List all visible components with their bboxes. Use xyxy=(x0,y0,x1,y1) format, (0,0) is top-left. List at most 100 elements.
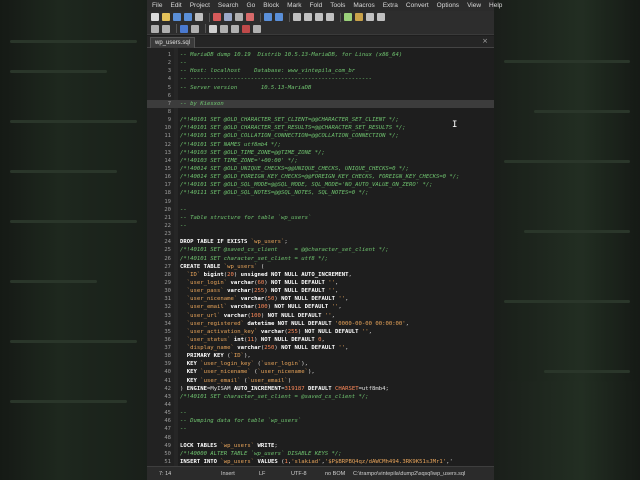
bookmark-icon[interactable] xyxy=(344,13,352,21)
insert-mode[interactable]: Insert xyxy=(221,471,235,477)
menu-fold[interactable]: Fold xyxy=(310,2,323,9)
code-line[interactable]: 46 -- Dumping data for table `wp_users` xyxy=(147,417,494,425)
code-line[interactable]: 40 KEY `user_nicename` (`user_nicename`)… xyxy=(147,368,494,376)
save-all-icon[interactable] xyxy=(184,13,192,21)
code-line[interactable]: 25 /*!40101 SET @saved_cs_client = @@char… xyxy=(147,246,494,254)
code-line[interactable]: 4 -- ------------------------------------… xyxy=(147,75,494,83)
code-line[interactable]: 23 xyxy=(147,230,494,238)
whitespace-icon[interactable] xyxy=(231,24,239,33)
code-line[interactable]: 30 `user_pass` varchar(255) NOT NULL DEF… xyxy=(147,287,494,295)
code-line[interactable]: 16 /*!40014 SET @OLD_FOREIGN_KEY_CHECKS=@… xyxy=(147,173,494,181)
menu-edit[interactable]: Edit xyxy=(170,2,181,9)
code-line[interactable]: 7 -- by Kiesxon xyxy=(147,99,494,108)
code-line[interactable]: 2 -- xyxy=(147,59,494,67)
code-line[interactable]: 6 xyxy=(147,92,494,100)
code-line[interactable]: 33 `user_url` varchar(100) NOT NULL DEFA… xyxy=(147,312,494,320)
code-line[interactable]: 1 -- MariaDB dump 10.19 Distrib 10.5.13-M… xyxy=(147,51,494,59)
code-line[interactable]: 41 KEY `user_email` (`user_email`) xyxy=(147,377,494,385)
code-line[interactable]: 13 /*!40103 SET @OLD_TIME_ZONE=@@TIME_ZON… xyxy=(147,149,494,157)
code-line[interactable]: 19 xyxy=(147,198,494,206)
syntax-icon[interactable] xyxy=(180,24,188,33)
code-line[interactable]: 50 /*!40000 ALTER TABLE `wp_users` DISABL… xyxy=(147,450,494,458)
code-line[interactable]: 5 -- Server version 10.5.13-MariaDB xyxy=(147,84,494,92)
menu-extra[interactable]: Extra xyxy=(383,2,398,9)
code-editor[interactable]: 1 -- MariaDB dump 10.19 Distrib 10.5.13-M… xyxy=(147,48,494,466)
code-line[interactable]: 26 /*!40101 SET character_set_client = ut… xyxy=(147,255,494,263)
menu-search[interactable]: Search xyxy=(218,2,239,9)
code-line[interactable]: 49 LOCK TABLES `wp_users` WRITE; xyxy=(147,442,494,450)
code-line[interactable]: 45 -- xyxy=(147,409,494,417)
menu-tools[interactable]: Tools xyxy=(330,2,345,9)
open-folder-icon[interactable] xyxy=(162,13,170,21)
copy-icon[interactable] xyxy=(224,13,232,21)
code-line[interactable]: 31 `user_nicename` varchar(50) NOT NULL … xyxy=(147,295,494,303)
code-line[interactable]: 21 -- Table structure for table `wp_users… xyxy=(147,214,494,222)
menu-mark[interactable]: Mark xyxy=(287,2,301,9)
code-line[interactable]: 29 `user_login` varchar(60) NOT NULL DEF… xyxy=(147,279,494,287)
macro-play-icon[interactable] xyxy=(253,24,261,33)
code-line[interactable]: 3 -- Host: localhost Database: www_vintep… xyxy=(147,67,494,75)
code-line[interactable]: 8 xyxy=(147,108,494,116)
code-line[interactable]: 47 -- xyxy=(147,425,494,433)
tab-wp-users-sql[interactable]: wp_users.sql xyxy=(150,37,196,48)
close-file-icon[interactable] xyxy=(195,13,203,21)
indent-icon[interactable] xyxy=(151,24,159,33)
code-line[interactable]: 44 xyxy=(147,401,494,409)
menu-project[interactable]: Project xyxy=(190,2,210,9)
code-line[interactable]: 15 /*!40014 SET @OLD_UNIQUE_CHECKS=@@UNIQ… xyxy=(147,165,494,173)
code-line[interactable]: 12 /*!40101 SET NAMES utf8mb4 */; xyxy=(147,141,494,149)
code-line[interactable]: 20 -- xyxy=(147,206,494,214)
undo-icon[interactable] xyxy=(264,13,272,21)
code-line[interactable]: 34 `user_registered` datetime NOT NULL D… xyxy=(147,320,494,328)
encoding[interactable]: UTF-8 xyxy=(291,471,307,477)
code-line[interactable]: 24 DROP TABLE IF EXISTS `wp_users`; xyxy=(147,238,494,246)
cut-icon[interactable] xyxy=(213,13,221,21)
line-ending[interactable]: LF xyxy=(259,471,265,477)
menu-view[interactable]: View xyxy=(467,2,481,9)
code-line[interactable]: 27 CREATE TABLE `wp_users` ( xyxy=(147,263,494,271)
menu-macros[interactable]: Macros xyxy=(353,2,374,9)
close-tab-icon[interactable]: × xyxy=(482,37,488,45)
replace-icon[interactable] xyxy=(315,13,323,21)
comment-icon[interactable] xyxy=(191,24,199,33)
menu-block[interactable]: Block xyxy=(263,2,279,9)
split-view-icon[interactable] xyxy=(377,13,385,21)
delete-icon[interactable] xyxy=(246,13,254,21)
code-line[interactable]: 11 /*!40101 SET @OLD_COLLATION_CONNECTION… xyxy=(147,132,494,140)
code-line[interactable]: 14 /*!40103 SET TIME_ZONE='+00:00' */; xyxy=(147,157,494,165)
menu-convert[interactable]: Convert xyxy=(406,2,429,9)
new-file-icon[interactable] xyxy=(151,13,159,21)
menu-go[interactable]: Go xyxy=(247,2,256,9)
goto-icon[interactable] xyxy=(326,13,334,21)
fold-icon[interactable] xyxy=(355,13,363,21)
word-wrap-icon[interactable] xyxy=(366,13,374,21)
menu-file[interactable]: File xyxy=(152,2,162,9)
code-line[interactable]: 35 `user_activation_key` varchar(255) NO… xyxy=(147,328,494,336)
page-icon[interactable] xyxy=(209,24,217,33)
macro-record-icon[interactable] xyxy=(242,24,250,33)
menu-help[interactable]: Help xyxy=(489,2,502,9)
code-line[interactable]: 42) ENGINE=MyISAM AUTO_INCREMENT=319187 … xyxy=(147,385,494,393)
code-line[interactable]: 51 INSERT INTO `wp_users` VALUES (1,'slak… xyxy=(147,458,494,466)
save-icon[interactable] xyxy=(173,13,181,21)
code-line[interactable]: 48 xyxy=(147,434,494,442)
code-line[interactable]: 28 `ID` bigint(20) unsigned NOT NULL AUT… xyxy=(147,271,494,279)
column-mode-icon[interactable] xyxy=(220,24,228,33)
code-line[interactable]: 32 `user_email` varchar(100) NOT NULL DE… xyxy=(147,303,494,311)
menu-options[interactable]: Options xyxy=(437,2,459,9)
code-line[interactable]: 10 /*!40101 SET @OLD_CHARACTER_SET_RESULT… xyxy=(147,124,494,132)
redo-icon[interactable] xyxy=(275,13,283,21)
paste-icon[interactable] xyxy=(235,13,243,21)
find-next-icon[interactable] xyxy=(304,13,312,21)
code-line[interactable]: 39 KEY `user_login_key` (`user_login`), xyxy=(147,360,494,368)
code-line[interactable]: 36 `user_status` int(11) NOT NULL DEFAUL… xyxy=(147,336,494,344)
code-line[interactable]: 18 /*!40111 SET @OLD_SQL_NOTES=@@SQL_NOTE… xyxy=(147,189,494,197)
code-line[interactable]: 38 PRIMARY KEY (`ID`), xyxy=(147,352,494,360)
code-line[interactable]: 37 `display_name` varchar(250) NOT NULL … xyxy=(147,344,494,352)
code-line[interactable]: 22 -- xyxy=(147,222,494,230)
find-icon[interactable] xyxy=(293,13,301,21)
code-line[interactable]: 43 /*!40101 SET character_set_client = @s… xyxy=(147,393,494,401)
unindent-icon[interactable] xyxy=(162,24,170,33)
code-line[interactable]: 9 /*!40101 SET @OLD_CHARACTER_SET_CLIENT=… xyxy=(147,116,494,124)
code-line[interactable]: 17 /*!40101 SET @OLD_SQL_MODE=@@SQL_MODE,… xyxy=(147,181,494,189)
